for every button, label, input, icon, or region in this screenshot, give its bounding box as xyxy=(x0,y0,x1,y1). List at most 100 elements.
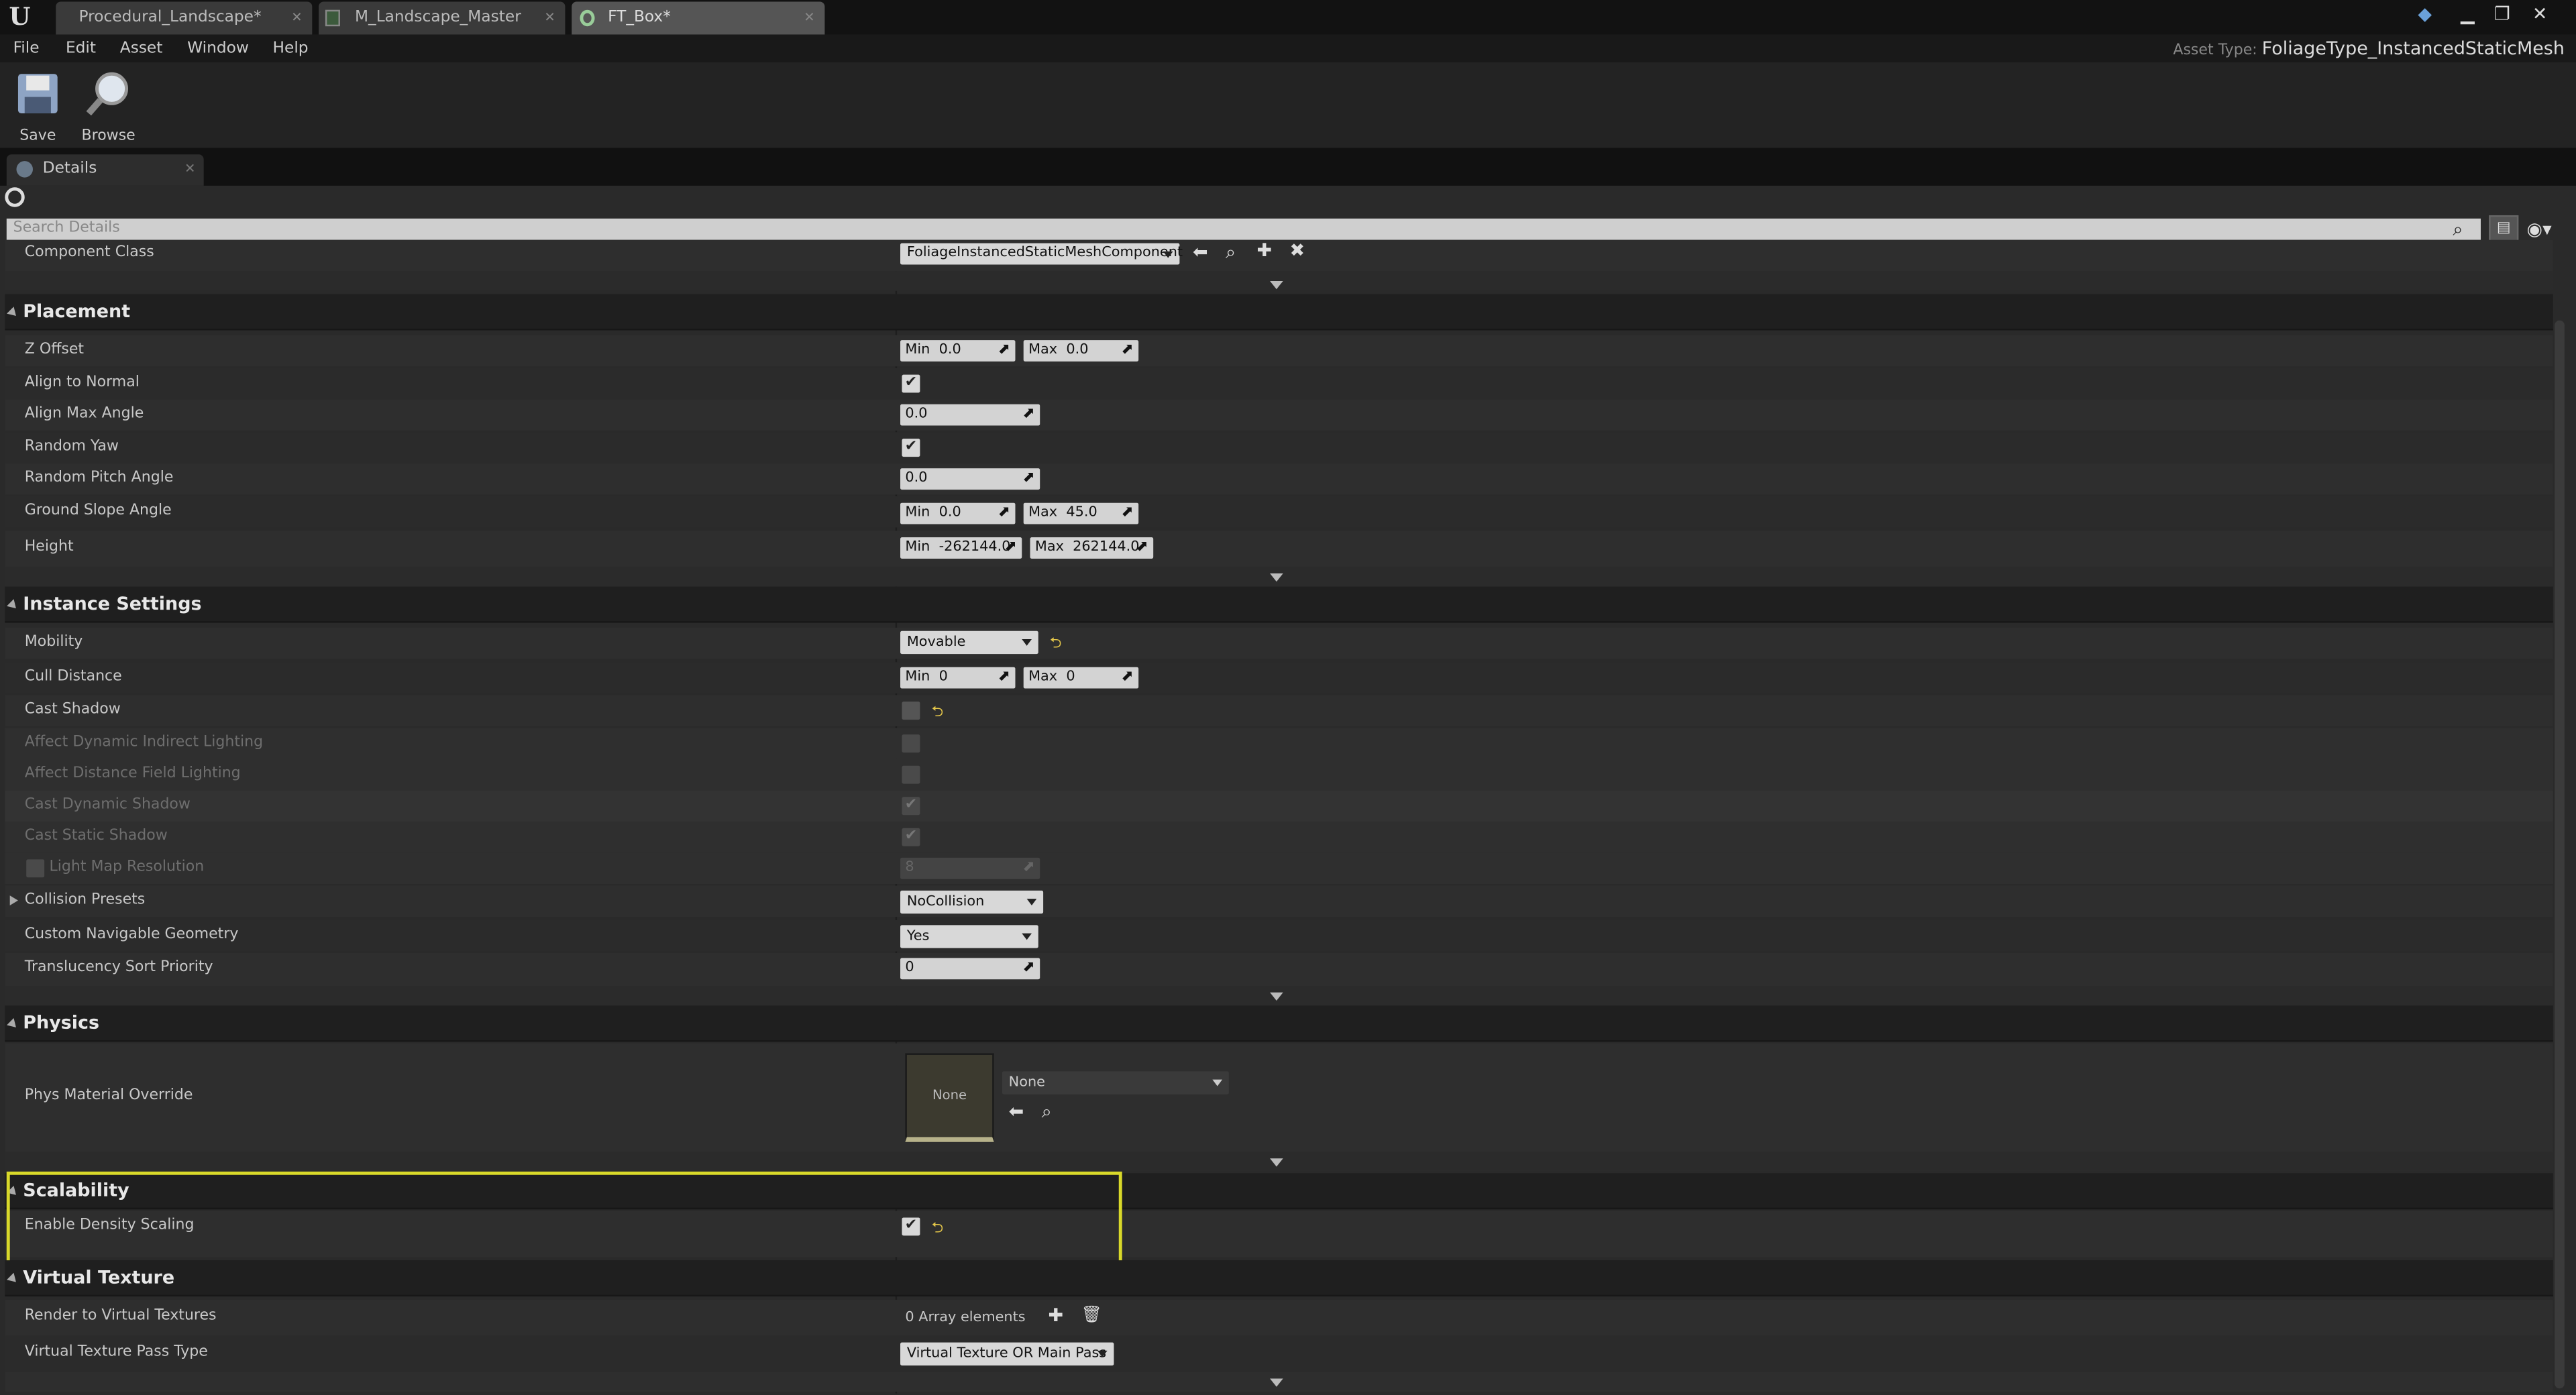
save-button[interactable]: Save xyxy=(8,69,67,145)
view-options-icon[interactable]: ▤ xyxy=(2489,215,2519,243)
prop-label: Height xyxy=(24,539,74,556)
row-z-offset xyxy=(5,335,2553,367)
browse-search-icon[interactable]: ⌕ xyxy=(1226,242,1236,263)
vt-pass-type-dropdown[interactable]: Virtual Texture OR Main Pass xyxy=(900,1342,1114,1365)
reset-to-default-icon[interactable]: ⮌ xyxy=(932,700,944,726)
tab-procedural-landscape[interactable]: Procedural_Landscape* ✕ xyxy=(56,1,313,35)
browse-search-icon[interactable]: ⌕ xyxy=(1042,1102,1052,1122)
cast-shadow-checkbox[interactable] xyxy=(902,702,920,720)
z-offset-max-field[interactable]: Max 0.0 ⬈ xyxy=(1023,340,1139,361)
chevron-down-icon xyxy=(1097,1350,1108,1357)
minimize-icon[interactable]: ▁ xyxy=(2455,1,2481,27)
clear-x-icon[interactable]: ✖ xyxy=(1289,241,1305,261)
advanced-expander-icon[interactable] xyxy=(1270,1158,1283,1167)
drag-icon: ⬈ xyxy=(1136,539,1148,556)
random-yaw-checkbox[interactable]: ✔ xyxy=(902,439,920,457)
category-virtual-texture[interactable] xyxy=(5,1260,2553,1297)
prop-label: Affect Distance Field Lighting xyxy=(24,765,241,783)
custom-navigable-dropdown[interactable]: Yes xyxy=(900,925,1038,948)
asset-type-value: FoliageType_InstancedStaticMesh xyxy=(2261,38,2565,60)
translucency-sort-field[interactable]: 0 ⬈ xyxy=(900,958,1040,980)
close-icon[interactable]: ✕ xyxy=(804,1,814,34)
drag-icon: ⬈ xyxy=(998,341,1011,359)
collision-presets-dropdown[interactable]: NoCollision xyxy=(900,890,1044,914)
height-max-field[interactable]: Max 262144.0 ⬈ xyxy=(1030,537,1154,559)
prop-label: Phys Material Override xyxy=(24,1087,193,1105)
unreal-logo-icon[interactable]: U xyxy=(5,3,34,32)
chevron-down-icon xyxy=(1022,933,1032,940)
menu-edit[interactable]: Edit xyxy=(66,34,96,62)
mobility-dropdown[interactable]: Movable xyxy=(900,630,1038,655)
prop-label: Cast Shadow xyxy=(24,702,121,718)
details-scrollbar[interactable] xyxy=(2555,320,2565,1389)
affect-indirect-checkbox xyxy=(902,734,920,753)
prop-label: Random Pitch Angle xyxy=(24,469,174,487)
row-light-map-resolution xyxy=(5,852,2553,885)
advanced-expander-icon[interactable] xyxy=(1270,573,1283,582)
advanced-expander-icon[interactable] xyxy=(1270,992,1283,1001)
details-icon xyxy=(16,161,33,178)
category-title: Physics xyxy=(23,1012,100,1034)
align-max-angle-field[interactable]: 0.0 ⬈ xyxy=(900,404,1040,426)
cast-dynamic-checkbox: ✔ xyxy=(902,797,920,816)
z-offset-min-field[interactable]: Min 0.0 ⬈ xyxy=(900,340,1016,361)
phys-material-thumbnail[interactable]: None xyxy=(905,1053,994,1142)
ground-slope-max-field[interactable]: Max 45.0 ⬈ xyxy=(1023,502,1139,524)
component-class-dropdown[interactable]: FoliageInstancedStaticMeshComponent xyxy=(900,243,1183,265)
category-instance-settings[interactable] xyxy=(5,586,2553,623)
drag-icon: ⬈ xyxy=(1004,539,1017,556)
phys-material-dropdown[interactable]: None xyxy=(1002,1071,1229,1095)
add-icon[interactable]: ✚ xyxy=(1256,241,1272,261)
drag-icon: ⬈ xyxy=(1022,469,1035,487)
close-icon[interactable]: ✕ xyxy=(291,1,302,34)
notification-icon[interactable]: ◆ xyxy=(2412,1,2438,27)
menu-help[interactable]: Help xyxy=(273,34,309,62)
restore-icon[interactable]: ❐ xyxy=(2489,1,2515,27)
prop-label: Render to Virtual Textures xyxy=(24,1308,217,1325)
eye-icon[interactable]: ◉▾ xyxy=(2527,219,2570,240)
search-input[interactable]: Search Details xyxy=(6,218,2481,240)
row-cast-static-shadow xyxy=(5,822,2553,853)
align-to-normal-checkbox[interactable]: ✔ xyxy=(902,374,920,393)
tab-m-landscape-master[interactable]: M_Landscape_Master ✕ xyxy=(319,1,566,35)
tab-ft-box[interactable]: FT_Box* ✕ xyxy=(572,1,825,35)
row-custom-navigable xyxy=(5,920,2553,952)
category-placement[interactable] xyxy=(5,294,2553,331)
row-collision-presets xyxy=(5,885,2553,917)
advanced-expander-icon[interactable] xyxy=(1270,280,1283,290)
highlight-box xyxy=(6,1171,1122,1266)
window-close-icon[interactable]: ✕ xyxy=(2527,1,2553,27)
prop-label: Cast Static Shadow xyxy=(24,828,168,845)
chevron-down-icon xyxy=(1163,251,1173,258)
browse-button[interactable]: Browse xyxy=(79,69,138,145)
use-selected-arrow-icon[interactable]: ⬅ xyxy=(1009,1102,1024,1122)
use-selected-arrow-icon[interactable]: ⬅ xyxy=(1193,242,1208,263)
lock-ring-icon[interactable] xyxy=(5,187,25,207)
magnifier-icon xyxy=(86,72,129,116)
cull-max-field[interactable]: Max 0 ⬈ xyxy=(1023,667,1139,689)
expand-arrow-icon[interactable] xyxy=(9,895,18,905)
prop-label: Custom Navigable Geometry xyxy=(24,926,239,944)
advanced-expander-icon[interactable] xyxy=(1270,1378,1283,1387)
tab-details[interactable]: Details ✕ xyxy=(6,154,204,186)
close-icon[interactable]: ✕ xyxy=(184,154,195,182)
category-physics[interactable] xyxy=(5,1005,2553,1042)
cast-static-checkbox: ✔ xyxy=(902,828,920,846)
drag-icon: ⬈ xyxy=(1121,504,1134,521)
prop-label: Translucency Sort Priority xyxy=(24,959,213,976)
row-cast-dynamic-shadow xyxy=(5,790,2553,822)
trash-icon[interactable]: 🗑 xyxy=(1081,1306,1102,1326)
reset-to-default-icon[interactable]: ⮌ xyxy=(1050,631,1062,657)
prop-label: Random Yaw xyxy=(24,439,119,455)
random-pitch-field[interactable]: 0.0 ⬈ xyxy=(900,468,1040,490)
cull-min-field[interactable]: Min 0 ⬈ xyxy=(900,667,1016,689)
menu-asset[interactable]: Asset xyxy=(120,34,163,62)
add-element-icon[interactable]: ✚ xyxy=(1048,1306,1063,1326)
close-icon[interactable]: ✕ xyxy=(544,1,555,34)
light-map-override-checkbox[interactable] xyxy=(26,859,45,878)
row-affect-indirect xyxy=(5,728,2553,759)
ground-slope-min-field[interactable]: Min 0.0 ⬈ xyxy=(900,502,1016,524)
height-min-field[interactable]: Min -262144.0 ⬈ xyxy=(900,537,1022,559)
menu-window[interactable]: Window xyxy=(187,34,249,62)
menu-file[interactable]: File xyxy=(13,34,40,62)
